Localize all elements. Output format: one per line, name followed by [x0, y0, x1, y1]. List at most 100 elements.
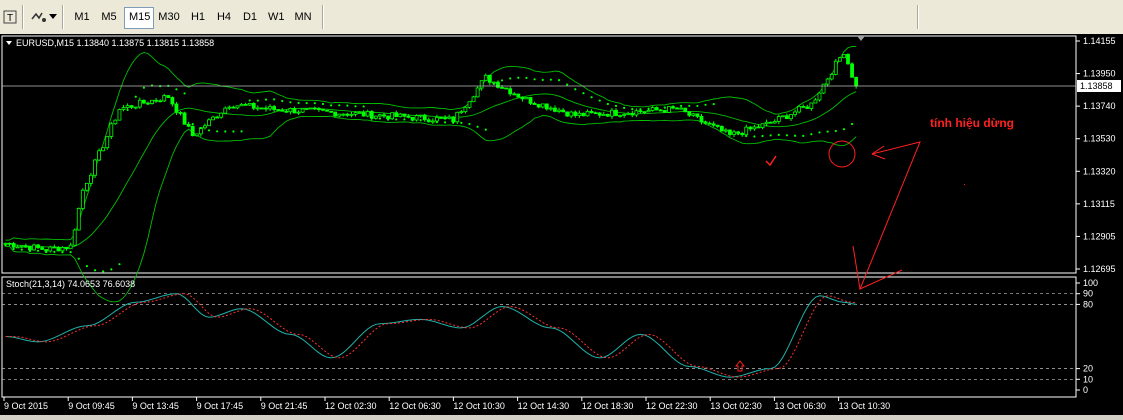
price-tick-label: 1.13740: [1083, 101, 1116, 111]
candle-body: [64, 247, 69, 250]
candle-body: [48, 246, 53, 252]
sar-dot: [582, 92, 585, 95]
candle-body: [846, 54, 850, 65]
timeframe-mn[interactable]: MN: [290, 7, 316, 27]
candle-body: [467, 101, 472, 108]
sar-dot: [549, 78, 552, 81]
chart-window[interactable]: 1.14155 1.13950 1.13740 1.13530 1.13320 1.131…: [0, 34, 1123, 415]
sar-dot: [761, 134, 764, 138]
candle-body: [207, 119, 211, 127]
timeframe-w1[interactable]: W1: [264, 7, 288, 27]
candle-body: [158, 100, 163, 103]
price-tick-label: 1.12905: [1083, 231, 1116, 241]
sar-dot: [110, 268, 113, 271]
sar-dot: [647, 107, 650, 110]
candle-body: [288, 107, 293, 113]
candle-body: [72, 229, 77, 246]
candle-body: [842, 54, 846, 59]
sar-dot: [557, 79, 561, 82]
toolbar: T M1 M5 M15 M30 H1 H4 D1 W1 MN: [0, 0, 1123, 35]
candle-body: [589, 111, 594, 114]
candle-body: [40, 247, 45, 250]
candle-body: [435, 117, 439, 122]
candle-body: [341, 113, 346, 116]
candle-body: [247, 102, 252, 106]
candle-body: [11, 243, 16, 248]
sar-dot: [330, 104, 333, 107]
time-label: 13 Oct 06:30: [774, 401, 826, 411]
objects-icon[interactable]: [28, 6, 50, 28]
candle-body: [573, 111, 578, 116]
candle-body: [382, 114, 386, 117]
timeframe-m15[interactable]: M15: [124, 7, 154, 29]
sar-dot: [574, 88, 577, 91]
chart-canvas[interactable]: 1.14155 1.13950 1.13740 1.13530 1.13320 1.131…: [0, 34, 1123, 415]
sar-dot: [354, 105, 357, 108]
sar-dot: [321, 102, 325, 106]
sar-dot: [688, 104, 691, 107]
sar-dot: [69, 251, 72, 254]
candle-body: [272, 106, 277, 110]
timeframe-h1[interactable]: H1: [186, 7, 210, 27]
price-tick-label: 1.13950: [1083, 69, 1116, 79]
candle-body: [117, 109, 122, 121]
text-tool-icon[interactable]: T: [2, 6, 18, 28]
annotation-dot: [964, 184, 965, 185]
sar-dot: [623, 106, 626, 109]
indicator-header: Stoch(21,3,14) 74.0653 76.6038: [6, 279, 135, 289]
time-label: 13 Oct 02:30: [710, 401, 762, 411]
candle-body: [447, 116, 452, 119]
candle-body: [601, 114, 606, 116]
sar-dot: [704, 103, 707, 106]
candle-body: [536, 104, 541, 108]
sar-dot: [443, 121, 447, 124]
candle-body: [785, 115, 789, 120]
candle-body: [28, 245, 32, 251]
sar-dot: [232, 130, 235, 133]
candle-body: [837, 57, 842, 62]
candle-body: [255, 107, 260, 110]
candle-body: [557, 109, 561, 112]
sar-dot: [737, 132, 740, 135]
sar-dot: [411, 119, 414, 122]
candle-body: [793, 111, 797, 115]
candle-body: [683, 107, 688, 113]
sar-dot: [818, 131, 821, 134]
timeframe-d1[interactable]: D1: [238, 7, 262, 27]
candle-body: [121, 107, 126, 110]
candle-body: [52, 246, 57, 249]
timeframe-m5[interactable]: M5: [96, 7, 122, 27]
sar-dot: [533, 78, 536, 81]
price-tick-label: 1.14155: [1083, 36, 1116, 46]
candle-body: [500, 87, 504, 89]
candle-body: [528, 97, 533, 104]
candle-body: [304, 108, 309, 110]
indicator-tick-label: 0: [1083, 385, 1088, 395]
timeframe-h4[interactable]: H4: [212, 7, 236, 27]
candle-body: [141, 99, 146, 104]
candle-body: [137, 99, 142, 108]
sar-dot: [834, 129, 837, 133]
indicator-tick-label: 10: [1083, 374, 1093, 384]
signal-annotation-label: tính hiệu dừng: [930, 116, 1014, 130]
sar-dot: [370, 116, 373, 120]
chart-header: EURUSD,M15 1.13840 1.13875 1.13815 1.138…: [6, 38, 214, 48]
sar-dot: [289, 101, 292, 104]
candle-body: [630, 112, 635, 116]
candle-body: [658, 109, 663, 112]
candle-body: [264, 107, 268, 110]
sar-dot: [476, 125, 479, 128]
sar-dot: [305, 101, 308, 105]
dropdown-arrow-icon[interactable]: [48, 6, 58, 28]
candle-body: [170, 97, 175, 105]
sar-dot: [20, 248, 23, 251]
sar-dot: [207, 129, 211, 132]
timeframe-m1[interactable]: M1: [70, 7, 94, 27]
sar-dot: [240, 130, 243, 133]
sar-dot: [525, 76, 528, 80]
timeframe-m30[interactable]: M30: [154, 7, 184, 27]
candle-body: [524, 97, 529, 100]
candle-body: [605, 114, 610, 117]
candle-body: [646, 110, 651, 113]
candle-body: [691, 113, 696, 116]
